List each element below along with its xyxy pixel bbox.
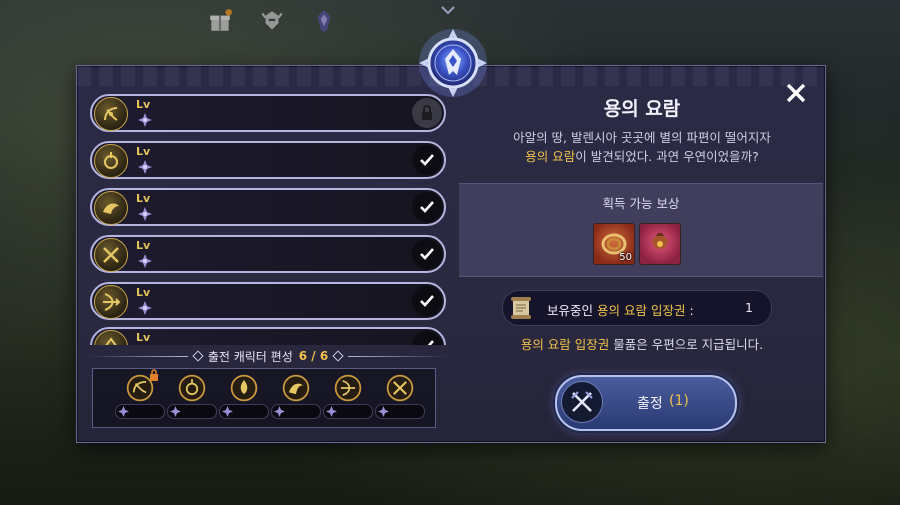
rewards-panel: 획득 가능 보상 50: [459, 183, 823, 277]
level-bar: [271, 404, 321, 419]
dialog-description: 아알의 땅, 발렌시아 곳곳에 별의 파편이 떨어지자 용의 요람이 발견되었다…: [513, 130, 771, 164]
ticket-label: 보유중인 용의 요람 입장권 :: [547, 303, 694, 318]
star-fragment-icon: [138, 160, 152, 174]
level-label: Lv: [136, 331, 151, 344]
character-row[interactable]: Lv: [90, 282, 446, 320]
ranger-icon: [94, 330, 128, 345]
level-bar: [219, 404, 269, 419]
archer-icon: [94, 285, 128, 319]
star-fragment-icon: [222, 406, 233, 417]
check-icon[interactable]: [412, 192, 442, 222]
reward-count: 50: [619, 252, 632, 263]
star-fragment-icon: [138, 301, 152, 315]
character-row[interactable]: Lv: [90, 188, 446, 226]
phoenix-icon: [94, 191, 128, 225]
roster-count: 6 / 6: [298, 349, 329, 363]
dragon-emblem-icon: [419, 29, 487, 97]
mystic-icon: [177, 373, 207, 403]
check-icon[interactable]: [412, 145, 442, 175]
roster-slot[interactable]: [115, 369, 167, 425]
level-bar: [375, 404, 425, 419]
top-hud-icons: [205, 6, 339, 36]
roster-slot[interactable]: [167, 373, 219, 425]
character-row[interactable]: Lv: [90, 327, 446, 345]
treasure-pouch-icon: [652, 233, 668, 249]
level-label: Lv: [136, 239, 151, 252]
mail-notice: 용의 요람 입장권 물품은 우편으로 지급됩니다.: [520, 337, 764, 352]
roster-panel: 출전 캐릭터 편성 6 / 6: [88, 348, 449, 430]
roster-slots: [92, 368, 436, 428]
sortie-label: 출정: [637, 396, 663, 412]
reward-item[interactable]: 50: [593, 223, 635, 265]
chevron-down-icon[interactable]: [440, 4, 456, 16]
roster-slot[interactable]: [375, 373, 427, 425]
star-fragment-icon: [378, 406, 389, 417]
star-fragment-icon: [170, 406, 181, 417]
check-icon[interactable]: [412, 286, 442, 316]
star-fragment-icon: [326, 406, 337, 417]
warrior-helmet-icon[interactable]: [257, 6, 287, 36]
dialog-title: 용의 요람: [603, 98, 681, 120]
star-fragment-icon: [138, 254, 152, 268]
character-list[interactable]: Lv Lv Lv Lv Lv Lv: [86, 92, 446, 345]
character-row[interactable]: Lv: [90, 235, 446, 273]
reward-item[interactable]: [639, 223, 681, 265]
character-row[interactable]: Lv: [90, 141, 446, 179]
gift-icon[interactable]: [205, 6, 235, 36]
mystic-icon: [94, 144, 128, 178]
dual-blades-icon: [385, 373, 415, 403]
level-label: Lv: [136, 192, 151, 205]
archer-icon: [333, 373, 363, 403]
roster-slot[interactable]: [323, 373, 375, 425]
guild-crest-icon[interactable]: [309, 6, 339, 36]
star-fragment-icon: [118, 406, 129, 417]
level-label: Lv: [136, 286, 151, 299]
check-icon[interactable]: [412, 239, 442, 269]
level-label: Lv: [136, 145, 151, 158]
level-bar: [323, 404, 373, 419]
rewards-title: 획득 가능 보상: [602, 196, 680, 211]
character-row[interactable]: Lv: [90, 94, 446, 132]
roster-slot[interactable]: [271, 373, 323, 425]
star-fragment-icon: [138, 207, 152, 221]
lock-icon: [150, 369, 158, 381]
dual-blades-icon: [94, 238, 128, 272]
roster-slot[interactable]: [219, 373, 271, 425]
star-fragment-icon: [138, 113, 152, 127]
lock-icon: [412, 98, 442, 128]
star-fragment-icon: [274, 406, 285, 417]
ticket-holding: 보유중인 용의 요람 입장권 : 1: [502, 290, 772, 326]
roster-title: 출전 캐릭터 편성: [207, 349, 293, 364]
roster-header: 출전 캐릭터 편성 6 / 6: [88, 348, 449, 364]
check-icon[interactable]: [412, 331, 442, 345]
sortie-count: (1): [669, 393, 689, 409]
ticket-count: 1: [745, 300, 753, 315]
flame-icon: [229, 373, 259, 403]
sortie-button[interactable]: 출정 (1): [555, 375, 737, 431]
dancer-icon: [94, 97, 128, 131]
dragon-icon: [281, 373, 311, 403]
level-bar: [115, 404, 165, 419]
crossed-swords-icon: [561, 381, 603, 423]
level-bar: [167, 404, 217, 419]
scroll-icon: [511, 297, 531, 319]
level-label: Lv: [136, 98, 151, 111]
